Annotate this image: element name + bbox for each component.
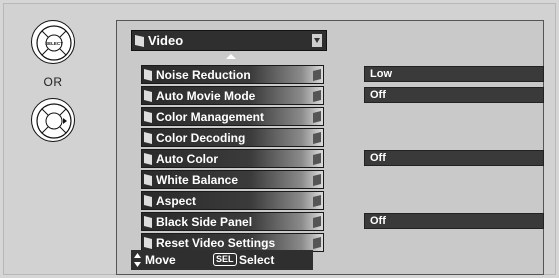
- menu-item-label: Color Management: [156, 110, 265, 124]
- menu-item-aspect[interactable]: Aspect: [141, 191, 324, 210]
- menu-item-end-icon: [313, 216, 321, 228]
- dropdown-arrow-icon[interactable]: [312, 34, 322, 47]
- right-arrow-dpad-icon: [36, 103, 72, 139]
- value-label: Low: [370, 68, 392, 80]
- value-black-side-panel[interactable]: Off: [364, 213, 544, 229]
- menu-item-tab-icon: [144, 153, 152, 165]
- select-button[interactable]: SELECT: [31, 20, 75, 64]
- menu-item-end-icon: [313, 90, 321, 102]
- menu-item-noise-reduction[interactable]: Noise Reduction: [141, 65, 324, 84]
- value-label: Off: [370, 152, 386, 164]
- menu-item-tab-icon: [144, 132, 152, 144]
- menu-item-tab-icon: [144, 69, 152, 81]
- menu-item-label: White Balance: [156, 173, 239, 187]
- menu-item-end-icon: [313, 132, 321, 144]
- menu-item-end-icon: [313, 69, 321, 81]
- right-arrow-button[interactable]: [31, 98, 75, 142]
- menu-item-label: Color Decoding: [156, 131, 246, 145]
- menu-item-tab-icon: [144, 237, 152, 249]
- menu-item-black-side-panel[interactable]: Black Side Panel: [141, 212, 324, 231]
- menu-item-auto-color[interactable]: Auto Color: [141, 149, 324, 168]
- scroll-up-icon[interactable]: [226, 54, 236, 59]
- menu-item-color-management[interactable]: Color Management: [141, 107, 324, 126]
- menu-item-label: Auto Movie Mode: [156, 89, 256, 103]
- menu-item-tab-icon: [144, 195, 152, 207]
- menu-item-end-icon: [313, 237, 321, 249]
- menu-item-white-balance[interactable]: White Balance: [141, 170, 324, 189]
- menu-item-color-decoding[interactable]: Color Decoding: [141, 128, 324, 147]
- select-button-label: SELECT: [45, 41, 63, 46]
- or-text: OR: [43, 75, 63, 89]
- menu-item-label: Auto Color: [156, 152, 218, 166]
- menu-item-tab-icon: [144, 111, 152, 123]
- menu-item-end-icon: [313, 111, 321, 123]
- footer-bar: Move SEL Select: [131, 250, 313, 270]
- instruction-frame: SELECT OR Video Noise Reduction Auto Mov…: [3, 3, 556, 275]
- select-label: Select: [239, 253, 275, 267]
- tv-screen-panel: Video Noise Reduction Auto Movie Mode Co…: [116, 20, 544, 275]
- menu-item-end-icon: [313, 195, 321, 207]
- menu-item-auto-movie-mode[interactable]: Auto Movie Mode: [141, 86, 324, 105]
- menu-item-label: Black Side Panel: [156, 215, 253, 229]
- up-down-arrow-icon: [134, 253, 141, 267]
- sel-key-icon: SEL: [213, 253, 237, 266]
- menu-item-label: Noise Reduction: [156, 68, 251, 82]
- menu-tab-icon: [135, 35, 144, 47]
- menu-title-bar: Video: [131, 30, 327, 51]
- menu-item-label: Reset Video Settings: [156, 236, 276, 250]
- value-label: Off: [370, 215, 386, 227]
- menu-item-end-icon: [313, 174, 321, 186]
- select-dpad-icon: SELECT: [36, 25, 72, 61]
- menu-item-end-icon: [313, 153, 321, 165]
- value-noise-reduction[interactable]: Low: [364, 66, 544, 82]
- value-auto-color[interactable]: Off: [364, 150, 544, 166]
- menu-item-tab-icon: [144, 216, 152, 228]
- menu-item-tab-icon: [144, 90, 152, 102]
- menu-item-tab-icon: [144, 174, 152, 186]
- menu-title: Video: [148, 33, 184, 48]
- value-label: Off: [370, 89, 386, 101]
- menu-item-label: Aspect: [156, 194, 197, 208]
- move-label: Move: [145, 253, 176, 267]
- value-auto-movie-mode[interactable]: Off: [364, 87, 544, 103]
